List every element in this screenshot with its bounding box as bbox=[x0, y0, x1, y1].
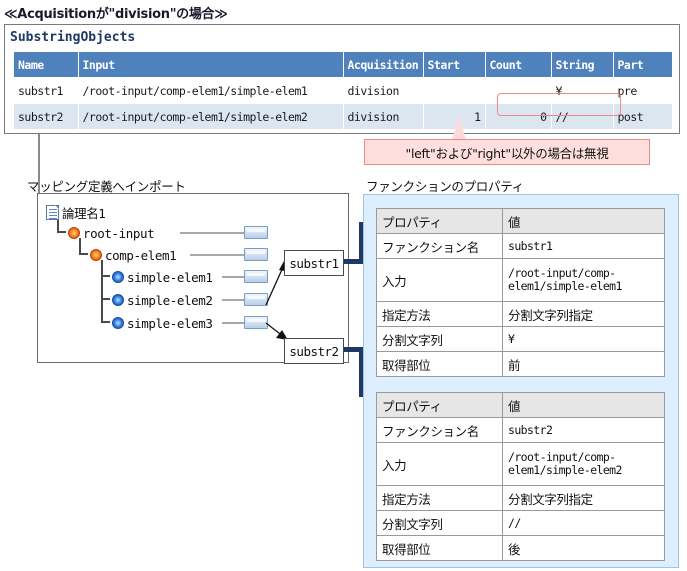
column-header-value: 値 bbox=[502, 208, 665, 234]
table-row: substr1 /root-input/comp-elem1/simple-el… bbox=[14, 77, 673, 104]
function-box-substr1[interactable]: substr1 bbox=[284, 250, 344, 276]
column-header-property: プロパティ bbox=[376, 392, 503, 418]
cell-acquisition: division bbox=[343, 103, 424, 130]
table-row: 取得部位 後 bbox=[376, 535, 665, 561]
tree-node-root-input[interactable]: root-input bbox=[68, 223, 155, 243]
function-box-substr2[interactable]: substr2 bbox=[284, 338, 344, 364]
function-properties-label: ファンクションのプロパティ bbox=[366, 179, 524, 194]
column-header-acquisition: Acquisition bbox=[343, 52, 424, 78]
table-header-row: プロパティ 値 bbox=[376, 392, 665, 418]
property-value: /root-input/comp-elem1/simple-elem1 bbox=[502, 258, 665, 302]
tree-node-label: simple-elem1 bbox=[127, 269, 213, 285]
tree-node-comp-elem1[interactable]: comp-elem1 bbox=[90, 245, 177, 265]
tree-node-simple-elem2[interactable]: simple-elem2 bbox=[112, 290, 213, 310]
simple-element-icon bbox=[112, 294, 124, 306]
tree-guide-line bbox=[101, 260, 103, 322]
property-label: ファンクション名 bbox=[376, 233, 503, 259]
column-header-part: Part bbox=[613, 52, 673, 78]
table-row: 入力 /root-input/comp-elem1/simple-elem1 bbox=[376, 258, 665, 302]
function-properties-panel: プロパティ 値 ファンクション名 substr1 入力 /root-input/… bbox=[363, 194, 679, 568]
table-row: 指定方法 分割文字列指定 bbox=[376, 485, 665, 511]
column-header-value: 値 bbox=[502, 392, 665, 418]
table-row: 指定方法 分割文字列指定 bbox=[376, 301, 665, 327]
property-value: substr2 bbox=[502, 417, 665, 443]
column-header-string: String bbox=[551, 52, 614, 78]
column-header-input: Input bbox=[78, 52, 344, 78]
property-value: 後 bbox=[502, 535, 665, 561]
cell-string: ¥ bbox=[551, 77, 614, 104]
table-header-row: Name Input Acquisition Start Count Strin… bbox=[14, 52, 673, 78]
tree-node-label: simple-elem2 bbox=[127, 292, 213, 308]
cell-input: /root-input/comp-elem1/simple-elem1 bbox=[78, 77, 344, 104]
complex-element-icon bbox=[90, 249, 102, 261]
simple-element-icon bbox=[112, 317, 124, 329]
tree-node-label: simple-elem3 bbox=[127, 315, 213, 331]
callout-pointer-icon bbox=[452, 117, 466, 139]
property-value: ¥ bbox=[502, 326, 665, 352]
substring-objects-table: Name Input Acquisition Start Count Strin… bbox=[14, 52, 673, 130]
property-label: 入力 bbox=[376, 442, 503, 486]
tree-guide-line bbox=[101, 321, 110, 323]
property-table-substr2: プロパティ 値 ファンクション名 substr2 入力 /root-input/… bbox=[376, 392, 665, 561]
cell-count: 0 bbox=[485, 103, 552, 130]
tree-node-label: comp-elem1 bbox=[105, 247, 177, 263]
property-value: // bbox=[502, 510, 665, 536]
property-table-substr1: プロパティ 値 ファンクション名 substr1 入力 /root-input/… bbox=[376, 208, 665, 377]
table-row: 取得部位 前 bbox=[376, 351, 665, 377]
tree-node-logical-name[interactable]: 論理名1 bbox=[46, 202, 106, 222]
property-value: 分割文字列指定 bbox=[502, 485, 665, 511]
tree-guide-line bbox=[79, 253, 88, 255]
property-label: 指定方法 bbox=[376, 485, 503, 511]
cell-start bbox=[423, 77, 486, 104]
cell-acquisition: division bbox=[343, 77, 424, 104]
cell-string: // bbox=[551, 103, 614, 130]
property-label: 取得部位 bbox=[376, 351, 503, 377]
cell-name: substr2 bbox=[14, 103, 79, 130]
property-label: 分割文字列 bbox=[376, 510, 503, 536]
column-header-name: Name bbox=[14, 52, 79, 78]
tree-node-label: 論理名1 bbox=[62, 205, 106, 221]
mapping-line bbox=[190, 254, 251, 256]
property-label: 指定方法 bbox=[376, 301, 503, 327]
simple-element-icon bbox=[112, 271, 124, 283]
document-icon bbox=[46, 204, 59, 220]
substring-objects-heading: SubstringObjects bbox=[10, 30, 136, 45]
tree-node-simple-elem3[interactable]: simple-elem3 bbox=[112, 313, 213, 333]
cell-part: post bbox=[613, 103, 673, 130]
table-row: ファンクション名 substr1 bbox=[376, 233, 665, 259]
property-value: substr1 bbox=[502, 233, 665, 259]
page-title: ≪Acquisitionが"division"の場合≫ bbox=[4, 7, 228, 22]
property-value: 分割文字列指定 bbox=[502, 301, 665, 327]
callout-note: "left"および"right"以外の場合は無視 bbox=[364, 139, 650, 165]
column-header-count: Count bbox=[485, 52, 552, 78]
mapping-line bbox=[180, 232, 251, 234]
table-row: ファンクション名 substr2 bbox=[376, 417, 665, 443]
property-label: 取得部位 bbox=[376, 535, 503, 561]
property-value: 前 bbox=[502, 351, 665, 377]
table-header-row: プロパティ 値 bbox=[376, 208, 665, 234]
tree-node-label: root-input bbox=[83, 225, 155, 241]
tree-guide-line bbox=[57, 231, 66, 233]
tree-guide-line bbox=[101, 275, 110, 277]
tree-node-simple-elem1[interactable]: simple-elem1 bbox=[112, 267, 213, 287]
column-header-start: Start bbox=[423, 52, 486, 78]
table-row: 分割文字列 ¥ bbox=[376, 326, 665, 352]
property-label: 入力 bbox=[376, 258, 503, 302]
property-label: 分割文字列 bbox=[376, 326, 503, 352]
complex-element-icon bbox=[68, 227, 80, 239]
property-label: ファンクション名 bbox=[376, 417, 503, 443]
property-value: /root-input/comp-elem1/simple-elem2 bbox=[502, 442, 665, 486]
table-row: 分割文字列 // bbox=[376, 510, 665, 536]
table-row: 入力 /root-input/comp-elem1/simple-elem2 bbox=[376, 442, 665, 486]
column-header-property: プロパティ bbox=[376, 208, 503, 234]
cell-name: substr1 bbox=[14, 77, 79, 104]
mapping-connector-box[interactable] bbox=[244, 226, 268, 239]
tree-guide-line bbox=[101, 298, 110, 300]
cell-count bbox=[485, 77, 552, 104]
table-row: substr2 /root-input/comp-elem1/simple-el… bbox=[14, 103, 673, 130]
cell-input: /root-input/comp-elem1/simple-elem2 bbox=[78, 103, 344, 130]
cell-part: pre bbox=[613, 77, 673, 104]
